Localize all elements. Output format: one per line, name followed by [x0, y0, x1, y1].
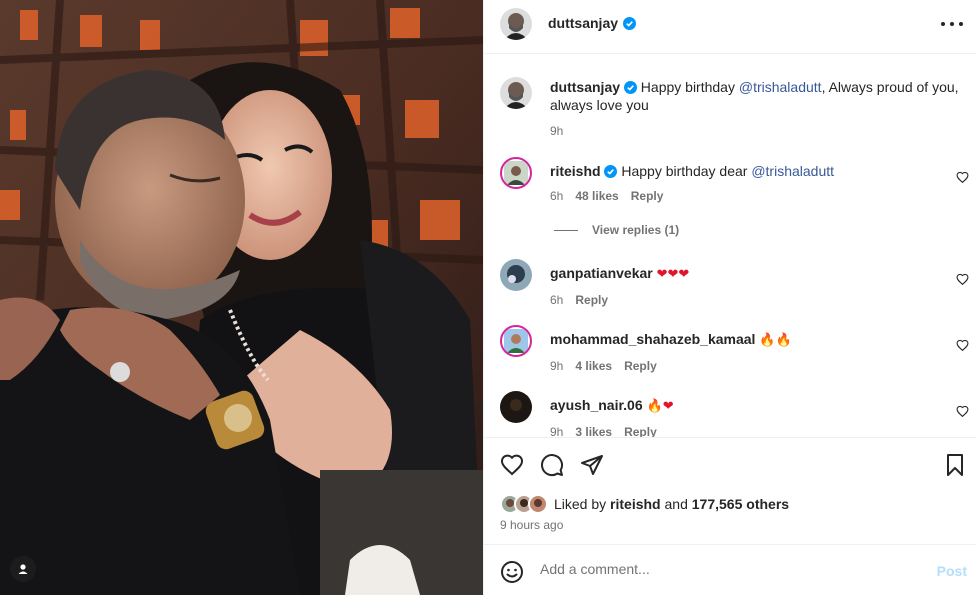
comment-text: Happy birthday dear: [621, 163, 748, 179]
comment-time[interactable]: 6h: [550, 291, 563, 309]
like-comment-heart-icon[interactable]: [956, 171, 969, 184]
like-comment-heart-icon[interactable]: [956, 339, 969, 352]
like-comment-heart-icon[interactable]: [956, 405, 969, 418]
caption-time[interactable]: 9h: [550, 122, 563, 140]
like-comment-heart-icon[interactable]: [956, 273, 969, 286]
save-bookmark-icon[interactable]: [943, 453, 967, 477]
caption-username[interactable]: duttsanjay: [550, 79, 620, 95]
reply-button[interactable]: Reply: [575, 291, 608, 309]
reply-button[interactable]: Reply: [624, 423, 657, 437]
emoji-smiley-icon[interactable]: [500, 560, 524, 584]
comment-time[interactable]: 6h: [550, 187, 563, 205]
more-options-icon[interactable]: [941, 14, 963, 34]
comment-text-fire: 🔥: [646, 399, 663, 414]
reply-button[interactable]: Reply: [631, 187, 664, 205]
comment-username[interactable]: riteishd: [550, 163, 601, 179]
comment-likes[interactable]: 4 likes: [575, 357, 612, 375]
comment-text-heart: ❤: [662, 399, 674, 414]
comment-time[interactable]: 9h: [550, 357, 563, 375]
comment-text: ❤❤❤: [656, 267, 690, 282]
replies-divider: [554, 229, 578, 231]
post-sidebar: duttsanjay duttsanjay Happy birthday @tr…: [483, 0, 976, 595]
comment-text: 🔥🔥: [759, 333, 792, 348]
likes-summary[interactable]: Liked by riteishd and 177,565 others: [500, 494, 789, 514]
caption-body-start: Happy birthday: [640, 79, 735, 95]
verified-badge-icon: [623, 16, 637, 30]
comments-list[interactable]: duttsanjay Happy birthday @trishaladutt,…: [484, 55, 976, 437]
comment-time[interactable]: 9h: [550, 423, 563, 437]
post-image[interactable]: [0, 0, 483, 595]
post-comment-button[interactable]: Post: [937, 563, 967, 579]
comment-username[interactable]: ayush_nair.06: [550, 397, 643, 413]
author-username[interactable]: duttsanjay: [548, 15, 637, 31]
author-avatar[interactable]: [500, 8, 532, 40]
user-tag-icon[interactable]: [10, 556, 36, 582]
like-heart-icon[interactable]: [500, 453, 524, 477]
comment-avatar[interactable]: [500, 325, 532, 357]
comment-username[interactable]: mohammad_shahazeb_kamaal: [550, 331, 755, 347]
comment-bubble-icon[interactable]: [540, 453, 564, 477]
comment-mention[interactable]: @trishaladutt: [751, 163, 834, 179]
verified-badge-icon: [623, 81, 637, 94]
caption-mention[interactable]: @trishaladutt: [739, 79, 822, 95]
reply-button[interactable]: Reply: [624, 357, 657, 375]
caption-avatar[interactable]: [500, 77, 532, 109]
comment-likes[interactable]: 3 likes: [575, 423, 612, 437]
add-comment-bar: Post: [484, 544, 976, 595]
liker-avatars: [500, 494, 548, 514]
comment-username[interactable]: ganpatianvekar: [550, 265, 653, 281]
liker-avatar: [528, 494, 548, 514]
comment-avatar[interactable]: [500, 157, 532, 189]
post-actions: Liked by riteishd and 177,565 others 9 h…: [484, 437, 976, 544]
share-paper-plane-icon[interactable]: [580, 453, 604, 477]
post-photo: [0, 0, 483, 595]
caption-text: duttsanjay Happy birthday @trishaladutt,…: [550, 78, 963, 114]
comment-input[interactable]: [540, 561, 920, 577]
post-header: duttsanjay: [484, 0, 976, 54]
likes-user[interactable]: riteishd: [610, 496, 661, 512]
verified-badge-icon: [604, 165, 618, 178]
author-username-text[interactable]: duttsanjay: [548, 15, 618, 31]
comment-avatar[interactable]: [500, 259, 532, 291]
comment-avatar[interactable]: [500, 391, 532, 423]
likes-middle: and: [664, 496, 688, 512]
likes-count[interactable]: 177,565 others: [692, 496, 789, 512]
view-replies-label[interactable]: View replies (1): [592, 223, 679, 237]
post-time-ago[interactable]: 9 hours ago: [500, 518, 563, 532]
view-replies-button[interactable]: View replies (1): [554, 223, 679, 237]
comment-likes[interactable]: 48 likes: [575, 187, 618, 205]
likes-prefix: Liked by: [554, 496, 607, 512]
